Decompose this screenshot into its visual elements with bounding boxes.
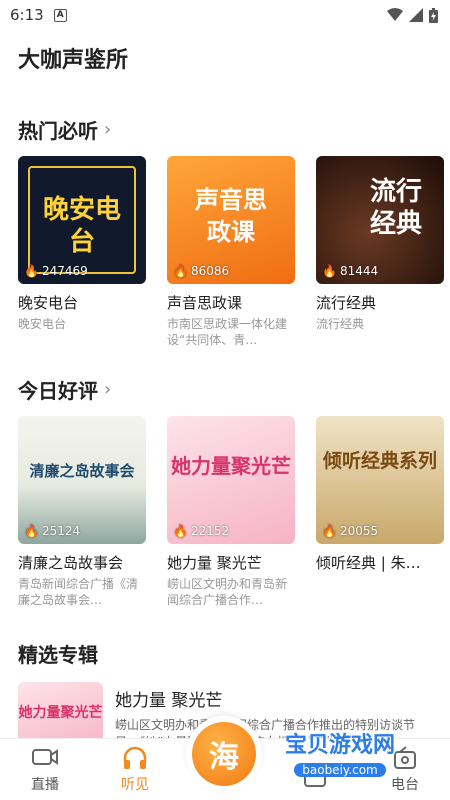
watermark-title: 宝贝游戏网 [284,733,395,758]
flame-icon: 🔥 [322,264,337,278]
cover-image: 倾听经典系列 🔥 20055 [316,416,444,544]
cover-text: 她力量聚光芒 [171,454,291,478]
cover-image: 流行经典 🔥 81444 [316,156,444,284]
tab-listen[interactable]: 听见 [90,739,180,800]
center-logo-button[interactable]: 海 [186,716,262,792]
play-count: 🔥 86086 [173,264,230,278]
a-notification-icon: A [53,8,67,22]
tab-live[interactable]: 直播 [0,739,90,800]
today-card-1[interactable]: 她力量聚光芒 🔥 22152 她力量 聚光芒 崂山区文明办和青岛新闻综合广播合作… [167,416,295,608]
chevron-right-icon: › [104,378,112,400]
headphones-icon [123,746,147,769]
hot-card-2[interactable]: 流行经典 🔥 81444 流行经典 流行经典 [316,156,444,348]
card-subtitle: 晚安电台 [18,317,67,331]
tab-label: 直播 [31,777,59,793]
cover-image: 她力量聚光芒 🔥 22152 [167,416,295,544]
video-icon [32,749,58,765]
cover-image: 晚安电台 🔥 247469 [18,156,146,284]
card-title: 晚安电台 [18,294,79,312]
status-bar: 6:13 A [0,0,450,30]
play-count: 🔥 25124 [24,524,81,538]
card-subtitle: 崂山区文明办和青岛新闻综合广播合作… [167,577,288,607]
watermark: 宝贝游戏网 baobeiy.com [270,727,410,778]
hot-card-1[interactable]: 声音思政课 🔥 86086 声音思政课 市南区思政课一体化建设“共同体、青… [167,156,295,348]
section-today-header[interactable]: 今日好评 › [0,372,450,406]
section-hot-title: 热门必听 [18,118,98,143]
card-title: 流行经典 [316,294,377,312]
cover-image: 声音思政课 🔥 86086 [167,156,295,284]
card-title: 她力量 聚光芒 [167,554,262,572]
center-logo: 海 [192,722,256,786]
wifi-icon [387,8,403,21]
hot-card-0[interactable]: 晚安电台 🔥 247469 晚安电台 晚安电台 [18,156,146,348]
signal-icon [409,8,423,22]
card-title: 倾听经典 | 朱… [316,554,421,572]
chevron-right-icon: › [104,118,112,140]
today-card-2[interactable]: 倾听经典系列 🔥 20055 倾听经典 | 朱… [316,416,444,608]
card-subtitle: 流行经典 [316,317,365,331]
flame-icon: 🔥 [322,524,337,538]
cover-text: 她力量聚光芒 [18,705,103,721]
flame-icon: 🔥 [24,524,39,538]
album-title: 她力量 聚光芒 [115,691,223,711]
cover-text: 流行经典 [370,177,423,239]
card-title: 声音思政课 [167,294,243,312]
page-title: 大咖声鉴所 [18,48,129,73]
play-count: 🔥 22152 [173,524,230,538]
battery-icon [429,7,438,23]
tab-label: 听见 [121,777,149,793]
card-subtitle: 青岛新闻综合广播《清廉之岛故事会… [18,577,139,607]
flame-icon: 🔥 [173,264,188,278]
section-hot-header[interactable]: 热门必听 › [0,112,450,146]
flame-icon: 🔥 [24,264,39,278]
status-icons [387,7,438,23]
card-title: 清廉之岛故事会 [18,554,124,572]
status-time: 6:13 [10,6,44,24]
cover-text: 清廉之岛故事会 [29,462,135,480]
flame-icon: 🔥 [173,524,188,538]
card-subtitle: 市南区思政课一体化建设“共同体、青… [167,317,288,347]
play-count: 🔥 81444 [322,264,379,278]
cover-text: 声音思政课 [195,186,267,246]
play-count: 🔥 247469 [24,264,88,278]
section-albums-title: 精选专辑 [18,642,98,667]
cover-text: 晚安电台 [42,195,121,257]
section-today-title: 今日好评 [18,378,98,403]
watermark-url: baobeiy.com [294,763,386,777]
cover-text: 倾听经典系列 [322,450,437,472]
today-card-0[interactable]: 清廉之岛故事会 🔥 25124 清廉之岛故事会 青岛新闻综合广播《清廉之岛故事会… [18,416,146,608]
cover-image: 清廉之岛故事会 🔥 25124 [18,416,146,544]
play-count: 🔥 20055 [322,524,379,538]
